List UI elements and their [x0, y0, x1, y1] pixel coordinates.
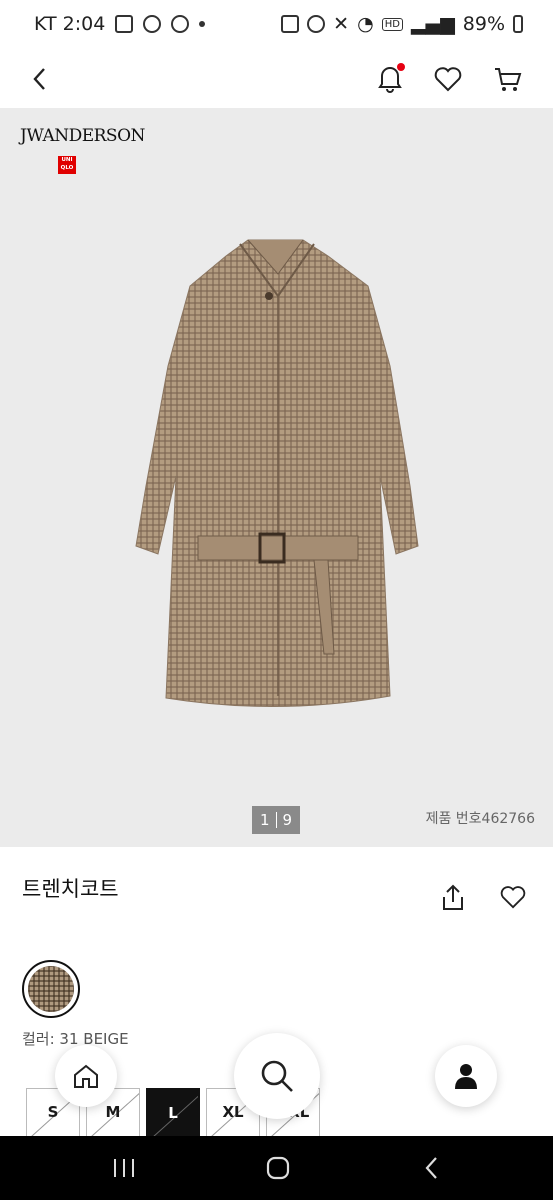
uniqlo-logo: UNI QLO — [58, 156, 76, 174]
alarm-icon — [307, 15, 326, 33]
wifi-icon: ◔ — [357, 13, 374, 35]
hd-voice-badge: HD — [381, 17, 403, 31]
cart-icon[interactable] — [493, 66, 523, 94]
image-counter-total: 9 — [282, 811, 293, 829]
person-icon — [455, 1064, 477, 1089]
gallery-notification-icon — [115, 15, 134, 33]
signal-icon: ▂▄▆ — [410, 13, 455, 35]
recents-icon[interactable] — [112, 1158, 136, 1178]
app-header — [0, 50, 553, 108]
system-nav-bar — [0, 1136, 553, 1200]
home-icon — [74, 1064, 98, 1088]
size-l-button[interactable]: L — [146, 1088, 200, 1138]
app-notification-icon — [143, 15, 162, 33]
kakao-notification-icon — [171, 15, 190, 33]
bell-icon[interactable] — [375, 62, 405, 94]
search-icon — [261, 1060, 293, 1092]
home-fab[interactable] — [55, 1045, 117, 1107]
swatch-pattern — [28, 966, 74, 1012]
status-right: ✕ ◔ HD ▂▄▆ 89% — [281, 13, 523, 35]
battery-level: 89% — [462, 13, 505, 35]
battery-icon — [513, 15, 523, 33]
favorite-heart-icon[interactable] — [500, 885, 526, 909]
chevron-left-icon[interactable] — [30, 66, 50, 92]
share-icon[interactable] — [441, 884, 465, 912]
profile-fab[interactable] — [435, 1045, 497, 1107]
status-left: KT 2:04 — [34, 13, 206, 35]
heart-icon[interactable] — [434, 66, 462, 92]
home-circle-icon[interactable] — [266, 1156, 290, 1180]
image-counter-current: 1 — [259, 811, 270, 829]
more-notifications-icon — [199, 21, 206, 27]
back-icon[interactable] — [424, 1156, 440, 1180]
notification-dot — [397, 63, 405, 71]
brand-logo: JWANDERSON — [20, 126, 145, 146]
battery-saver-icon — [281, 15, 300, 33]
product-number: 제품 번호462766 — [425, 811, 535, 827]
product-title: 트렌치코트 — [22, 877, 119, 901]
image-counter: 1 9 — [252, 806, 300, 834]
mute-icon: ✕ — [333, 13, 350, 35]
coat-product-image — [135, 239, 419, 707]
carrier-time: KT 2:04 — [34, 13, 106, 35]
product-image-area[interactable]: JWANDERSON UNI QLO 1 9 제품 번호462766 — [0, 108, 553, 847]
search-fab[interactable] — [234, 1033, 320, 1119]
color-swatch-beige[interactable] — [22, 960, 80, 1018]
status-bar: KT 2:04 ✕ ◔ HD ▂▄▆ 89% — [0, 0, 553, 50]
